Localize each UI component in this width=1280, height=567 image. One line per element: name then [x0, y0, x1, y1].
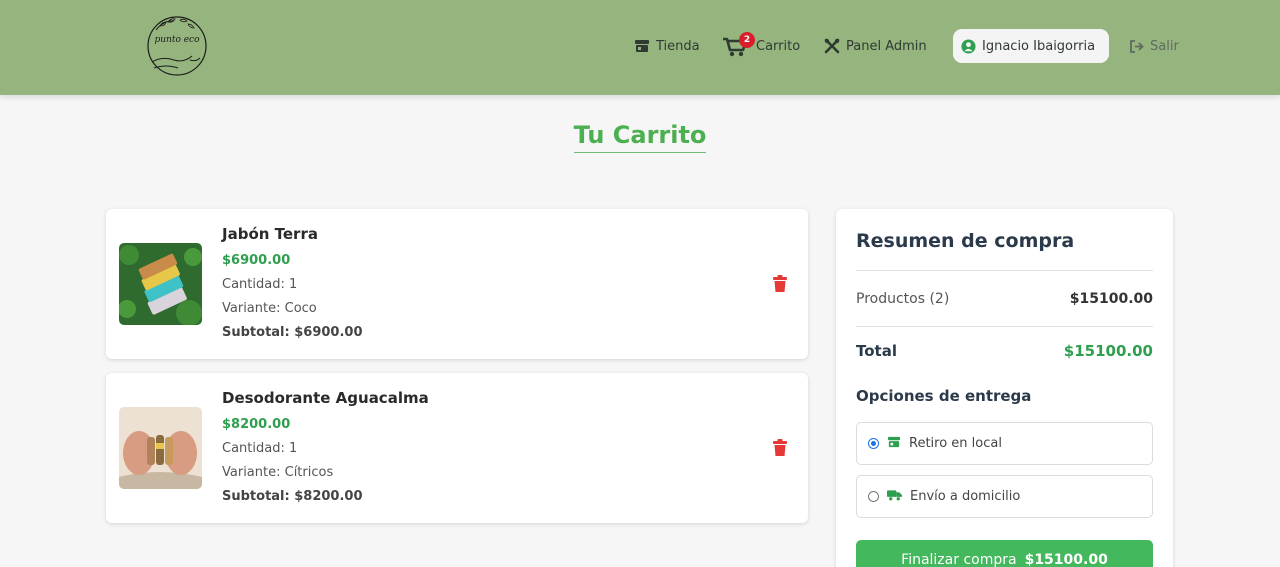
checkout-amount: $15100.00 [1024, 552, 1108, 567]
summary-total-label: Total [856, 342, 897, 360]
summary-total-row: Total $15100.00 [856, 342, 1153, 360]
product-variant: Variante: Coco [222, 301, 317, 316]
summary-products-value: $15100.00 [1069, 291, 1153, 307]
product-price: $6900.00 [222, 253, 291, 268]
shipping-radio[interactable] [868, 491, 879, 502]
page-title: Tu Carrito [573, 121, 707, 149]
summary-title: Resumen de compra [856, 230, 1075, 252]
nav-carrito-label: Carrito [756, 38, 801, 54]
nav-salir[interactable]: Salir [1129, 29, 1179, 63]
divider [856, 326, 1153, 327]
shipping-label: Envío a domicilio [910, 489, 1021, 504]
nav-salir-label: Salir [1150, 38, 1179, 54]
checkout-label: Finalizar compra [901, 552, 1017, 567]
product-quantity: Cantidad: 1 [222, 277, 298, 292]
order-summary: Resumen de compra Productos (2) $15100.0… [836, 209, 1173, 567]
logout-icon [1129, 39, 1144, 53]
logo-text: punto eco [154, 35, 200, 45]
delivery-options-title: Opciones de entrega [856, 387, 1032, 405]
product-image [119, 407, 202, 489]
pickup-label: Retiro en local [909, 436, 1002, 451]
summary-products-row: Productos (2) $15100.00 [856, 291, 1153, 307]
checkout-button[interactable]: Finalizar compra $15100.00 [856, 540, 1153, 567]
tools-icon [824, 38, 840, 54]
nav-panel-admin[interactable]: Panel Admin [824, 29, 927, 63]
pickup-radio[interactable] [868, 438, 879, 449]
product-variant: Variante: Cítricos [222, 465, 334, 480]
brand-logo[interactable]: punto eco [146, 10, 208, 78]
product-subtotal: Subtotal: $6900.00 [222, 325, 363, 340]
cart-icon: 2 [722, 32, 755, 57]
cart-item: Desodorante Aguacalma $8200.00 Cantidad:… [106, 373, 808, 523]
nav-tienda[interactable]: Tienda [634, 29, 700, 63]
product-price: $8200.00 [222, 417, 291, 432]
nav-carrito[interactable]: 2 Carrito [722, 29, 800, 63]
product-name: Desodorante Aguacalma [222, 389, 429, 407]
store-icon [887, 436, 901, 452]
nav-admin-label: Panel Admin [846, 38, 927, 54]
cart-count-badge: 2 [739, 32, 755, 48]
summary-products-label: Productos (2) [856, 291, 950, 307]
product-name: Jabón Terra [222, 225, 318, 243]
truck-icon [887, 489, 902, 505]
product-quantity: Cantidad: 1 [222, 441, 298, 456]
user-circle-icon [961, 38, 976, 54]
store-icon [634, 39, 650, 53]
title-underline [574, 152, 706, 153]
navbar: punto eco Tienda 2 Carrito Panel Admin I… [0, 0, 1280, 95]
product-image [119, 243, 202, 325]
divider [856, 270, 1153, 271]
trash-icon[interactable] [772, 275, 788, 297]
nav-user-label: Ignacio Ibaigorria [982, 38, 1096, 54]
nav-tienda-label: Tienda [656, 38, 700, 54]
delivery-option-pickup[interactable]: Retiro en local [856, 422, 1153, 465]
product-subtotal: Subtotal: $8200.00 [222, 489, 363, 504]
trash-icon[interactable] [772, 439, 788, 461]
summary-total-value: $15100.00 [1063, 342, 1153, 360]
delivery-option-shipping[interactable]: Envío a domicilio [856, 475, 1153, 518]
cart-item: Jabón Terra $6900.00 Cantidad: 1 Variant… [106, 209, 808, 359]
nav-user-profile[interactable]: Ignacio Ibaigorria [953, 29, 1109, 63]
